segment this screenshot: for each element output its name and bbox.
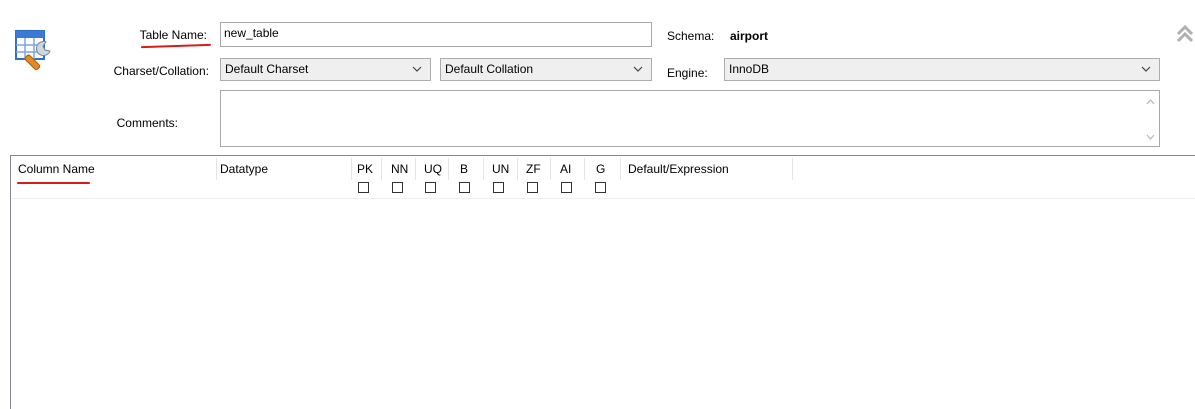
header-separator [517, 158, 518, 180]
chevron-down-icon [412, 66, 422, 72]
nn-header[interactable]: NN [391, 156, 408, 182]
collation-select-value: Default Collation [445, 62, 534, 76]
nn-checkbox[interactable] [392, 182, 403, 193]
b-checkbox[interactable] [459, 182, 470, 193]
datatype-header[interactable]: Datatype [220, 156, 268, 182]
g-checkbox[interactable] [595, 182, 606, 193]
charset-select[interactable]: Default Charset [220, 58, 431, 81]
columns-grid[interactable]: Column Name Datatype PK NN UQ B UN ZF AI… [10, 155, 1195, 409]
pk-header[interactable]: PK [357, 156, 373, 182]
ai-header[interactable]: AI [560, 156, 571, 182]
pk-checkbox[interactable] [358, 182, 369, 193]
schema-value: airport [730, 29, 769, 43]
uq-header[interactable]: UQ [424, 156, 442, 182]
charset-label: Charset/Collation: [113, 64, 209, 78]
header-separator [792, 158, 793, 180]
column-name-header[interactable]: Column Name [18, 156, 95, 182]
chevron-down-icon [1141, 66, 1151, 72]
columns-grid-header: Column Name Datatype PK NN UQ B UN ZF AI… [11, 156, 1195, 199]
engine-select-value: InnoDB [729, 62, 770, 76]
header-separator [584, 158, 585, 180]
charset-select-value: Default Charset [225, 62, 309, 76]
chevron-down-icon [633, 66, 643, 72]
column-name-annotation-underline [17, 182, 90, 184]
b-header[interactable]: B [460, 156, 468, 182]
engine-select[interactable]: InnoDB [724, 58, 1160, 81]
zf-header[interactable]: ZF [526, 156, 541, 182]
header-separator [381, 158, 382, 180]
collapse-icon[interactable] [1176, 24, 1194, 44]
schema-label: Schema: [667, 29, 715, 43]
comments-textarea[interactable] [220, 90, 1160, 147]
comments-label: Comments: [116, 116, 178, 130]
collation-select[interactable]: Default Collation [440, 58, 652, 81]
table-name-label: Table Name: [139, 28, 207, 42]
g-header[interactable]: G [596, 156, 605, 182]
zf-checkbox[interactable] [527, 182, 538, 193]
ai-checkbox[interactable] [561, 182, 572, 193]
default-expression-header[interactable]: Default/Expression [628, 156, 729, 182]
uq-checkbox[interactable] [425, 182, 436, 193]
engine-label: Engine: [667, 66, 708, 80]
header-separator [620, 158, 621, 180]
un-header[interactable]: UN [492, 156, 509, 182]
comments-scrollbar[interactable] [1142, 91, 1159, 146]
header-separator [448, 158, 449, 180]
header-separator [351, 158, 352, 180]
table-editor-icon [12, 28, 58, 72]
table-name-input[interactable]: new_table [220, 22, 652, 47]
un-checkbox[interactable] [493, 182, 504, 193]
header-separator [550, 158, 551, 180]
header-separator [216, 158, 217, 180]
header-separator [415, 158, 416, 180]
table-name-annotation-underline [140, 43, 212, 49]
header-separator [483, 158, 484, 180]
